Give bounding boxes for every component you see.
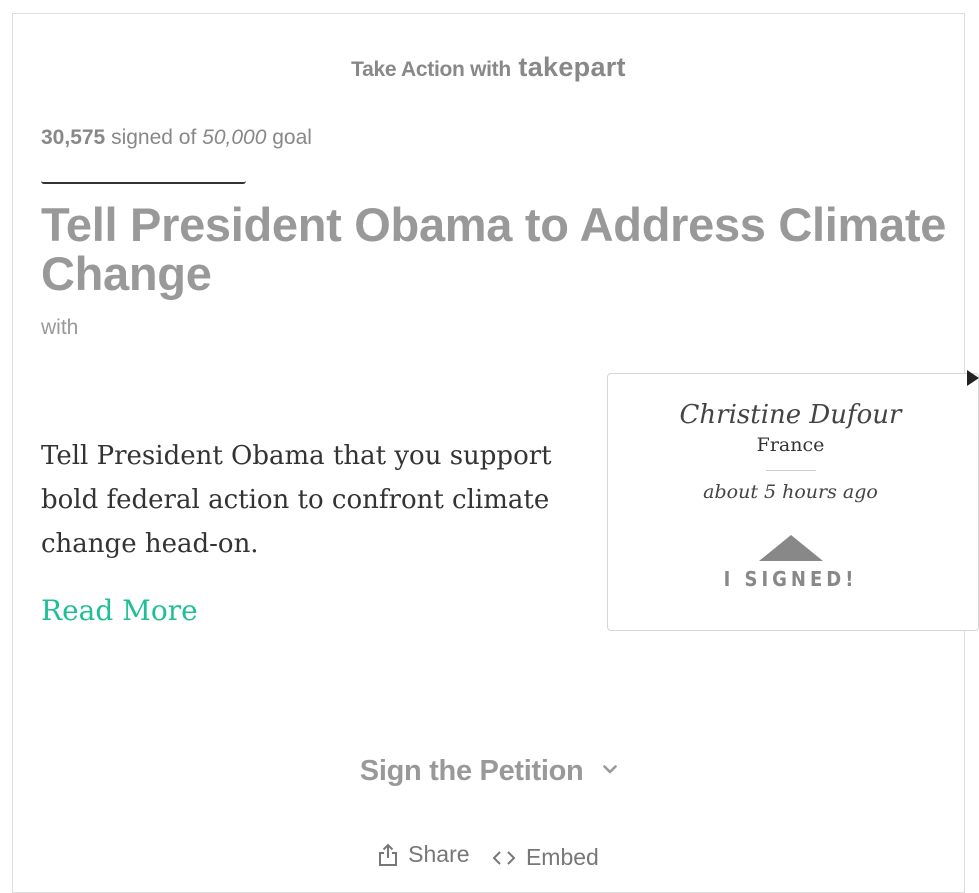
with-label: with [41,316,79,339]
embed-label: Embed [525,844,599,870]
petition-title: Tell President Obama to Address Climate … [41,198,947,300]
share-button[interactable]: Share [378,841,470,868]
triangle-up-icon [758,535,823,561]
sign-petition-label: Sign the Petition [359,755,584,787]
signed-badge: I SIGNED! [723,567,858,591]
share-label: Share [408,841,470,867]
petition-description: Tell President Obama that you support bo… [41,441,552,559]
embed-button[interactable]: Embed [492,844,599,871]
read-more-link[interactable]: Read More [41,594,198,627]
signed-count: 30,575 [41,126,106,149]
takepart-logo[interactable]: takepart [518,52,625,82]
recent-signer-card: Christine Dufour France about 5 hours ag… [607,373,979,631]
next-arrow-icon[interactable] [967,370,979,386]
signer-time: about 5 hours ago [703,481,878,503]
signer-country: France [756,434,825,456]
goal-count: 50,000 [202,126,267,149]
widget-header: Take Action with takepart [13,52,964,83]
goal-suffix: goal [272,126,312,149]
signer-divider [765,470,816,471]
code-icon [492,850,516,865]
signed-label: signed of [111,126,197,149]
sign-petition-button[interactable]: Sign the Petition [13,749,964,788]
progress-bar [41,176,246,184]
share-embed-bar: Share Embed [13,841,964,873]
share-icon [379,843,398,866]
header-prefix: Take Action with [351,58,511,81]
chevron-down-icon [603,749,618,782]
signer-name: Christine Dufour [679,400,902,430]
signature-progress-text: 30,575 signed of 50,000 goal [41,126,312,150]
